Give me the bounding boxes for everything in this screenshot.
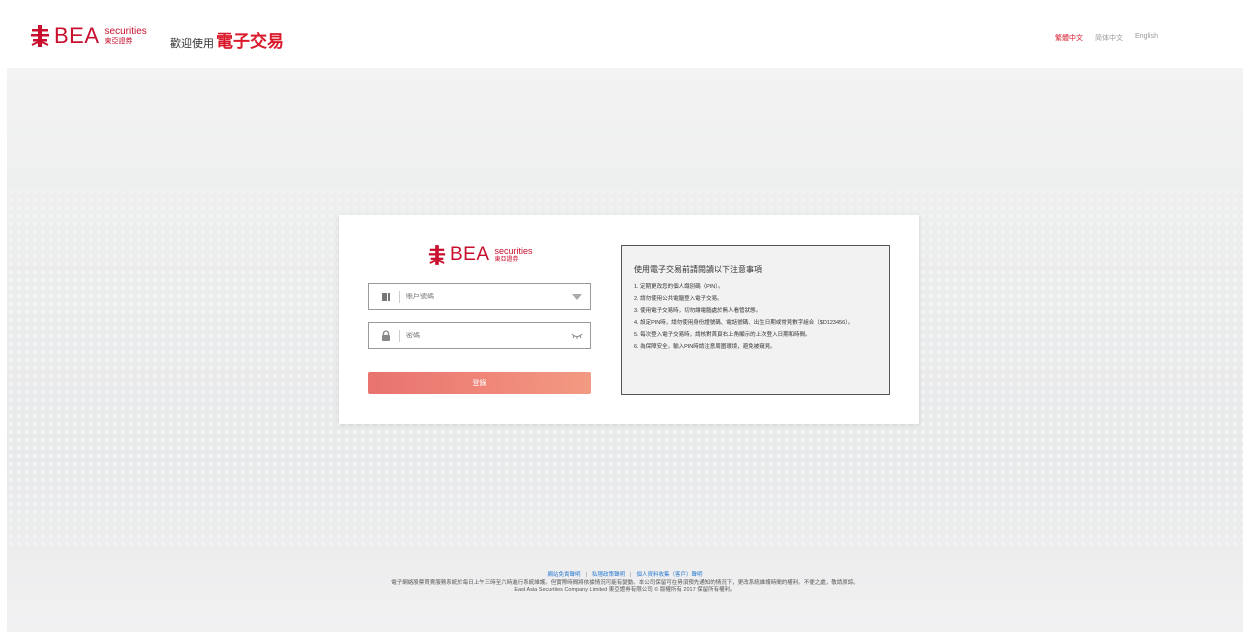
notice-item: 6. 為保障安全，輸入PIN時請注意周圍環境，避免被窺見。 [634,344,776,350]
notice-item: 5. 每次登入電子交易時，請核對首頁右上角顯示的上次登入日期和時間。 [634,332,811,338]
lang-traditional-chinese[interactable]: 繁體中文 [1055,33,1083,43]
eye-closed-icon[interactable] [564,332,590,339]
footer-maintenance-text: 電子網絡股票買賣服務系統於每日上午三時至六時進行系統維護。但實際時間將依據情況可… [391,579,859,586]
bea-logo[interactable]: BEA securities 東亞證券 [30,23,147,48]
account-dropdown-icon[interactable] [564,293,590,300]
card-logo-sub-en: securities [494,246,533,256]
link-divider: | [630,572,632,578]
notice-item: 2. 請勿使用公共電腦登入電子交易。 [634,296,723,302]
notice-item: 1. 定期更改您的個人識別碼（PIN）。 [634,284,724,290]
lang-simplified-chinese[interactable]: 简体中文 [1095,33,1123,43]
field-separator [399,290,400,303]
disclaimer-link[interactable]: 網站免責聲明 [548,572,581,578]
account-card-icon [375,284,397,309]
notice-item: 3. 使用電子交易時，切勿讓電腦處於無人看管狀態。 [634,308,762,314]
welcome-title: 歡迎使用 電子交易 [170,27,284,52]
password-field [368,322,591,349]
card-logo-brand: BEA [450,244,490,265]
header: BEA securities 東亞證券 歡迎使用 電子交易 繁體中文 简体中文 … [0,0,1250,68]
notice-title: 使用電子交易前請閱讀以下注意事項 [634,265,762,274]
notice-item: 4. 設定PIN時，請勿使用身份證號碼、電話號碼、出生日期或常見數字組合（$D1… [634,320,854,326]
welcome-strong: 電子交易 [216,32,284,51]
lang-english[interactable]: English [1135,33,1158,43]
footer-copyright: East Asia Securities Company Limited 東亞證… [514,587,736,593]
personal-data-link[interactable]: 個人資料收集（客戶）聲明 [636,572,702,578]
bea-emblem-icon [428,245,446,265]
footer-links: 網站免責聲明 | 私隱政策聲明 | 個人資料收集（客戶）聲明 [0,572,1250,580]
logo-sub-zh: 東亞證券 [104,38,133,45]
bea-emblem-icon [31,25,49,47]
link-divider: | [585,572,587,578]
privacy-policy-link[interactable]: 私隱政策聲明 [592,572,625,578]
notice-box: 使用電子交易前請閱讀以下注意事項 1. 定期更改您的個人識別碼（PIN）。 2.… [621,245,890,395]
welcome-prefix: 歡迎使用 [170,38,214,50]
login-card: BEA securities 東亞證券 登錄 使用電子交易前請閱讀以下注意事項 … [339,215,919,424]
card-logo-sub-zh: 東亞證券 [494,257,519,263]
lock-icon [375,323,397,348]
login-button[interactable]: 登錄 [368,372,591,394]
logo-sub-en: securities [104,26,147,37]
field-separator [399,329,400,342]
password-input[interactable] [406,332,564,339]
card-logo: BEA securities 東亞證券 [428,244,533,266]
footer: 網站免責聲明 | 私隱政策聲明 | 個人資料收集（客戶）聲明 電子網絡股票買賣服務系統於… [0,572,1250,595]
logo-brand: BEA [54,23,100,48]
language-switcher: 繁體中文 简体中文 English [1055,33,1158,43]
account-field [368,283,591,310]
notice-list: 1. 定期更改您的個人識別碼（PIN）。 2. 請勿使用公共電腦登入電子交易。 … [634,284,889,351]
account-input[interactable] [406,293,564,300]
